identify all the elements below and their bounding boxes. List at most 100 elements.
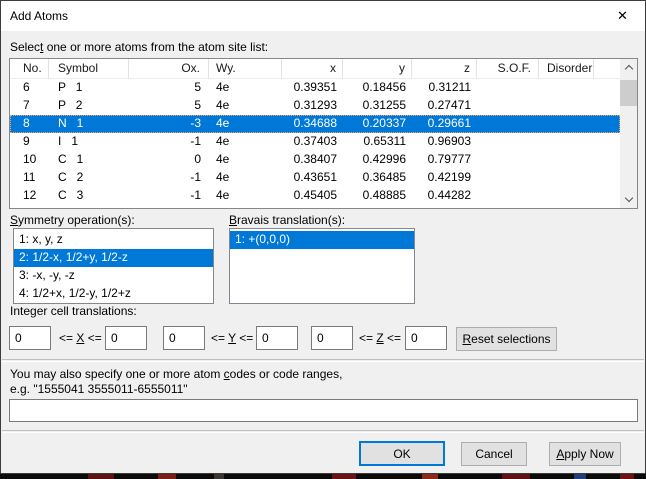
background-pixel-patch (422, 474, 438, 479)
scrollbar-thumb[interactable] (620, 80, 637, 106)
atom-row[interactable]: 6 P 1 5 4e 0.39351 0.18456 0.31211 (10, 79, 620, 97)
cell-y: 0.20337 (343, 115, 412, 133)
cell-no: 11 (10, 169, 49, 187)
y-min-input[interactable] (163, 326, 205, 350)
bravais-item-selected[interactable]: 1: +(0,0,0) (230, 231, 414, 249)
cell-symbol: P 2 (49, 97, 129, 115)
reset-selections-button[interactable]: Reset selections (456, 327, 557, 351)
cell-x: 0.43651 (282, 169, 343, 187)
codes-hint-line2: e.g. "1555041 3555011-6555011" (10, 382, 188, 396)
x-max-input[interactable] (105, 326, 147, 350)
cell-z: 0.79777 (412, 151, 477, 169)
label-part: Selec (10, 40, 40, 54)
integer-translations-label: Integer cell translations: (10, 304, 137, 318)
atom-row-selected[interactable]: 8 N 1 -3 4e 0.34688 0.20337 0.29661 (10, 115, 620, 133)
chevron-down-icon (624, 194, 632, 202)
cancel-button[interactable]: Cancel (461, 442, 527, 466)
symmetry-item[interactable]: 4: 1/2+x, 1/2-y, 1/2+z (14, 285, 213, 303)
cell-sof (477, 133, 539, 151)
cell-y: 0.31255 (343, 97, 412, 115)
separator (2, 430, 644, 432)
cell-disorder (539, 115, 594, 133)
z-max-input[interactable] (405, 326, 447, 350)
cell-z: 0.42199 (412, 169, 477, 187)
background-pixel-patch (502, 474, 530, 479)
atom-row-clipped[interactable]: 13 C 4 -1 4e 0.45733 0.57503 0.59003 (10, 205, 620, 209)
column-header-filler (594, 59, 620, 79)
label-part: <= (211, 331, 228, 345)
cell-sof (477, 187, 539, 205)
scroll-down-button[interactable] (620, 191, 637, 208)
label-part: A (556, 447, 564, 461)
atom-row[interactable]: 9 I 1 -1 4e 0.37403 0.65311 0.96903 (10, 133, 620, 151)
background-pixel-patch (88, 474, 114, 479)
atom-site-list: No. Symbol Ox. Wy. x y z S.O.F. Disorder… (9, 58, 638, 209)
background-pixel-patch (574, 474, 586, 479)
cell-ox: -1 (129, 133, 209, 151)
cell-ox: 0 (129, 151, 209, 169)
cell-symbol: C 4 (49, 205, 129, 209)
label-part: You may also specify one or more atom (10, 367, 224, 381)
atom-row[interactable]: 11 C 2 -1 4e 0.43651 0.36485 0.42199 (10, 169, 620, 187)
label-part: B (229, 213, 237, 227)
cell-y: 0.57503 (343, 205, 412, 209)
cell-z: 0.29661 (412, 115, 477, 133)
vertical-scrollbar[interactable] (620, 59, 637, 208)
close-button[interactable]: ✕ (600, 1, 645, 30)
column-header-wy[interactable]: Wy. (209, 59, 282, 79)
symmetry-item[interactable]: 1: x, y, z (14, 231, 213, 249)
cell-disorder (539, 169, 594, 187)
chevron-up-icon (624, 65, 632, 73)
cell-wy: 4e (209, 133, 282, 151)
column-header-symbol[interactable]: Symbol (49, 59, 129, 79)
label-part: <= (236, 331, 253, 345)
atom-row[interactable]: 12 C 3 -1 4e 0.45405 0.48885 0.44282 (10, 187, 620, 205)
y-max-input[interactable] (256, 326, 298, 350)
codes-hint-line1: You may also specify one or more atom co… (10, 367, 342, 381)
label-part: <= (384, 331, 401, 345)
cell-wy: 4e (209, 79, 282, 97)
label-part: ravais translation(s): (237, 213, 345, 227)
atom-codes-input[interactable] (9, 399, 638, 422)
label-part: eset selections (471, 332, 550, 346)
bravais-listbox: 1: +(0,0,0) (229, 228, 415, 304)
apply-now-button[interactable]: Apply Now (549, 442, 621, 466)
symmetry-listbox: 1: x, y, z 2: 1/2-x, 1/2+y, 1/2-z 3: -x,… (13, 228, 214, 304)
cell-wy: 4e (209, 97, 282, 115)
background-pixel-patch (158, 474, 176, 479)
cell-ox: -1 (129, 169, 209, 187)
cell-disorder (539, 79, 594, 97)
atom-list-label: Select one or more atoms from the atom s… (10, 40, 268, 54)
cell-symbol: C 2 (49, 169, 129, 187)
cell-z: 0.59003 (412, 205, 477, 209)
cell-z: 0.31211 (412, 79, 477, 97)
column-header-disorder[interactable]: Disorder (539, 59, 594, 79)
label-part: Z (376, 331, 383, 345)
cell-wy: 4e (209, 169, 282, 187)
cell-no: 12 (10, 187, 49, 205)
cell-sof (477, 151, 539, 169)
x-min-input[interactable] (9, 326, 51, 350)
list-header: No. Symbol Ox. Wy. x y z S.O.F. Disorder (10, 59, 620, 79)
column-header-x[interactable]: x (282, 59, 343, 79)
cell-sof (477, 97, 539, 115)
atom-row[interactable]: 7 P 2 5 4e 0.31293 0.31255 0.27471 (10, 97, 620, 115)
label-part: <= (359, 331, 376, 345)
symmetry-item[interactable]: 3: -x, -y, -z (14, 267, 213, 285)
symmetry-item-selected[interactable]: 2: 1/2-x, 1/2+y, 1/2-z (14, 249, 213, 267)
column-header-z[interactable]: z (412, 59, 477, 79)
add-atoms-dialog: Add Atoms ✕ Select one or more atoms fro… (0, 0, 646, 474)
column-header-sof[interactable]: S.O.F. (477, 59, 539, 79)
column-header-no[interactable]: No. (10, 59, 49, 79)
column-header-ox[interactable]: Ox. (129, 59, 209, 79)
cell-y: 0.18456 (343, 79, 412, 97)
scroll-up-button[interactable] (620, 59, 637, 76)
background-pixel-patch (620, 474, 634, 479)
z-min-input[interactable] (311, 326, 353, 350)
cell-sof (477, 79, 539, 97)
column-header-y[interactable]: y (343, 59, 412, 79)
atom-row[interactable]: 10 C 1 0 4e 0.38407 0.42996 0.79777 (10, 151, 620, 169)
window-title: Add Atoms (1, 9, 68, 23)
ok-button[interactable]: OK (359, 441, 445, 466)
label-part: odes or code ranges, (230, 367, 343, 381)
